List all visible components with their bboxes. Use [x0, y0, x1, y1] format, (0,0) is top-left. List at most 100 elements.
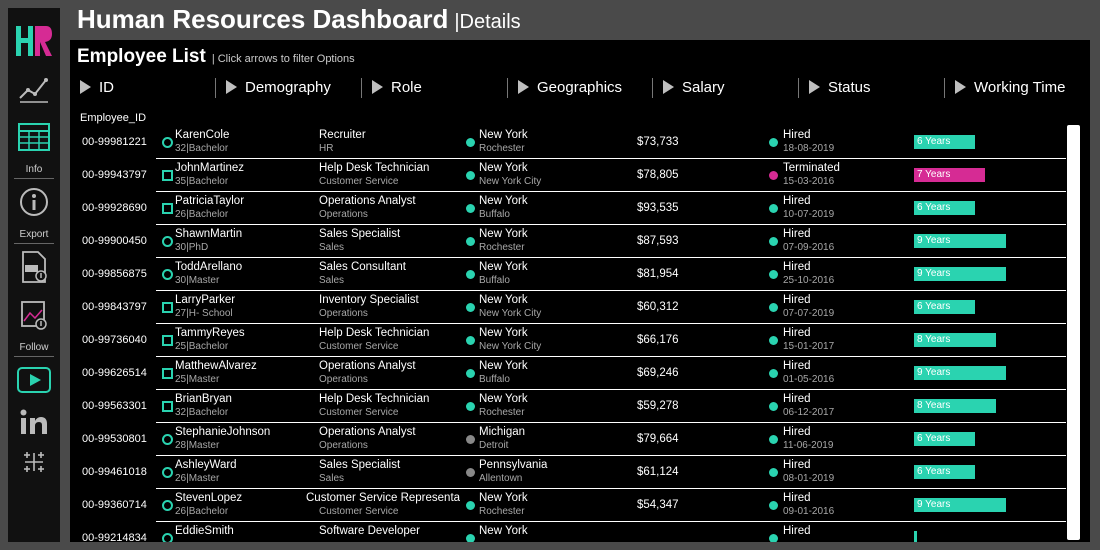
employee-city: New York City [479, 341, 542, 352]
status-date: 15-01-2017 [783, 341, 835, 352]
panel-hint: | Click arrows to filter Options [211, 53, 355, 65]
employee-state: New York [479, 294, 528, 306]
table-row[interactable]: 00-99214834 EddieSmith Software Developer N… [70, 522, 1070, 542]
table-row[interactable]: 00-99530801 StephanieJohnson 28|Master Oper… [70, 423, 1070, 456]
employee-id: 00-99214834 [82, 532, 147, 542]
column-label: Working Time [974, 78, 1066, 96]
vertical-scrollbar[interactable] [1067, 125, 1080, 540]
table-view-icon[interactable] [17, 120, 51, 154]
filter-arrow-icon[interactable] [809, 80, 820, 94]
working-time-bar: 9 Years [914, 498, 1006, 512]
table-row[interactable]: 00-99981221 KarenCole 32|Bachelor Recruiter… [70, 126, 1070, 159]
employee-role: Operations Analyst [319, 426, 416, 438]
employee-name: StephanieJohnson [175, 426, 271, 438]
table-row[interactable]: 00-99843797 LarryParker 27|H- School Invent… [70, 291, 1070, 324]
employee-state: New York [479, 492, 528, 504]
employee-list-panel: Employee List | Click arrows to filter Op… [70, 40, 1090, 542]
filter-arrow-icon[interactable] [80, 80, 91, 94]
employee-id: 00-99928690 [82, 202, 147, 214]
geo-dot-icon [466, 303, 475, 312]
status-date: 08-01-2019 [783, 473, 835, 484]
employee-department: Sales [319, 473, 345, 484]
employee-role: Sales Specialist [319, 459, 401, 471]
column-header-working-time[interactable]: Working Time [955, 76, 1065, 98]
employee-salary: $81,954 [637, 268, 679, 280]
employee-status: Hired [783, 459, 811, 471]
employee-department: Operations [319, 440, 368, 451]
employee-salary: $78,805 [637, 169, 679, 181]
table-row[interactable]: 00-99360714 StevenLopez 26|Bachelor Custome… [70, 489, 1070, 522]
table-row[interactable]: 00-99461018 AshleyWard 26|Master Sales Spec… [70, 456, 1070, 489]
filter-arrow-icon[interactable] [955, 80, 966, 94]
employee-role: Recruiter [319, 129, 366, 141]
employee-role: Help Desk Technician [319, 327, 430, 339]
employee-city: New York City [479, 308, 542, 319]
panel-heading: Employee List | Click arrows to filter Op… [77, 46, 355, 68]
column-header-demography[interactable]: Demography [226, 76, 331, 98]
employee-id: 00-99461018 [82, 466, 147, 478]
employee-city: Buffalo [479, 374, 510, 385]
working-time-bar: 6 Years [914, 432, 976, 446]
table-row[interactable]: 00-99928690 PatriciaTaylor 26|Bachelor Oper… [70, 192, 1070, 225]
gender-marker-icon [162, 434, 173, 445]
employee-name: BrianBryan [175, 393, 232, 405]
employee-city: Rochester [479, 407, 525, 418]
employee-city: Buffalo [479, 209, 510, 220]
tableau-icon[interactable] [17, 445, 51, 479]
geo-dot-icon [466, 369, 475, 378]
employee-salary: $61,124 [637, 466, 679, 478]
employee-state: New York [479, 162, 528, 174]
filter-arrow-icon[interactable] [226, 80, 237, 94]
gender-marker-icon [162, 203, 173, 214]
employee-demography: 28|Master [175, 440, 220, 451]
column-header-role[interactable]: Role [372, 76, 422, 98]
employee-demography: 27|H- School [175, 308, 233, 319]
geo-dot-icon [466, 435, 475, 444]
employee-status: Hired [783, 129, 811, 141]
employee-demography: 30|Master [175, 275, 220, 286]
gender-marker-icon [162, 401, 173, 412]
column-label: Role [391, 78, 422, 96]
info-icon[interactable] [17, 185, 51, 219]
column-header-salary[interactable]: Salary [663, 76, 725, 98]
employee-name: JohnMartinez [175, 162, 245, 174]
employee-name: StevenLopez [175, 492, 243, 504]
filter-arrow-icon[interactable] [663, 80, 674, 94]
linkedin-icon[interactable] [17, 405, 51, 439]
table-row[interactable]: 00-99563301 BrianBryan 32|Bachelor Help Des… [70, 390, 1070, 423]
filter-arrow-icon[interactable] [518, 80, 529, 94]
image-export-icon[interactable] [17, 298, 51, 332]
table-row[interactable]: 00-99626514 MatthewAlvarez 25|Master Operat… [70, 357, 1070, 390]
filter-arrow-icon[interactable] [372, 80, 383, 94]
employee-demography: 25|Master [175, 374, 220, 385]
table-row[interactable]: 00-99900450 ShawnMartin 30|PhD Sales Specia… [70, 225, 1070, 258]
status-dot-icon [769, 534, 778, 542]
employee-city: Detroit [479, 440, 509, 451]
employee-city: Allentown [479, 473, 523, 484]
youtube-icon[interactable] [17, 363, 51, 397]
table-row[interactable]: 00-99856875 ToddArellano 30|Master Sales Co… [70, 258, 1070, 291]
pdf-export-icon[interactable] [17, 250, 51, 284]
dashboard-subtitle: |Details [454, 11, 521, 33]
column-header-status[interactable]: Status [809, 76, 871, 98]
employee-salary: $66,176 [637, 334, 679, 346]
table-row[interactable]: 00-99736040 TammyReyes 25|Bachelor Help Des… [70, 324, 1070, 357]
geo-dot-icon [466, 171, 475, 180]
info-section-label: Info [14, 164, 54, 179]
employee-department: Customer Service [319, 176, 399, 187]
status-date: 18-08-2019 [783, 143, 835, 154]
column-header-id[interactable]: ID [80, 76, 114, 98]
geo-dot-icon [466, 468, 475, 477]
table-row[interactable]: 00-99943797 JohnMartinez 35|Bachelor Help D… [70, 159, 1070, 192]
column-label: Status [828, 78, 871, 96]
employee-salary: $69,246 [637, 367, 679, 379]
employee-role: Customer Service Representative [306, 492, 460, 504]
gender-marker-icon [162, 533, 173, 542]
overview-chart-icon[interactable] [17, 72, 51, 106]
dashboard-root: Info Export Follow Human Resources Dashb… [0, 0, 1100, 550]
employee-salary: $60,312 [637, 301, 679, 313]
employee-status: Terminated [783, 162, 840, 174]
status-date: 07-09-2016 [783, 242, 835, 253]
column-header-geographics[interactable]: Geographics [518, 76, 622, 98]
employee-demography: 26|Bachelor [175, 506, 229, 517]
